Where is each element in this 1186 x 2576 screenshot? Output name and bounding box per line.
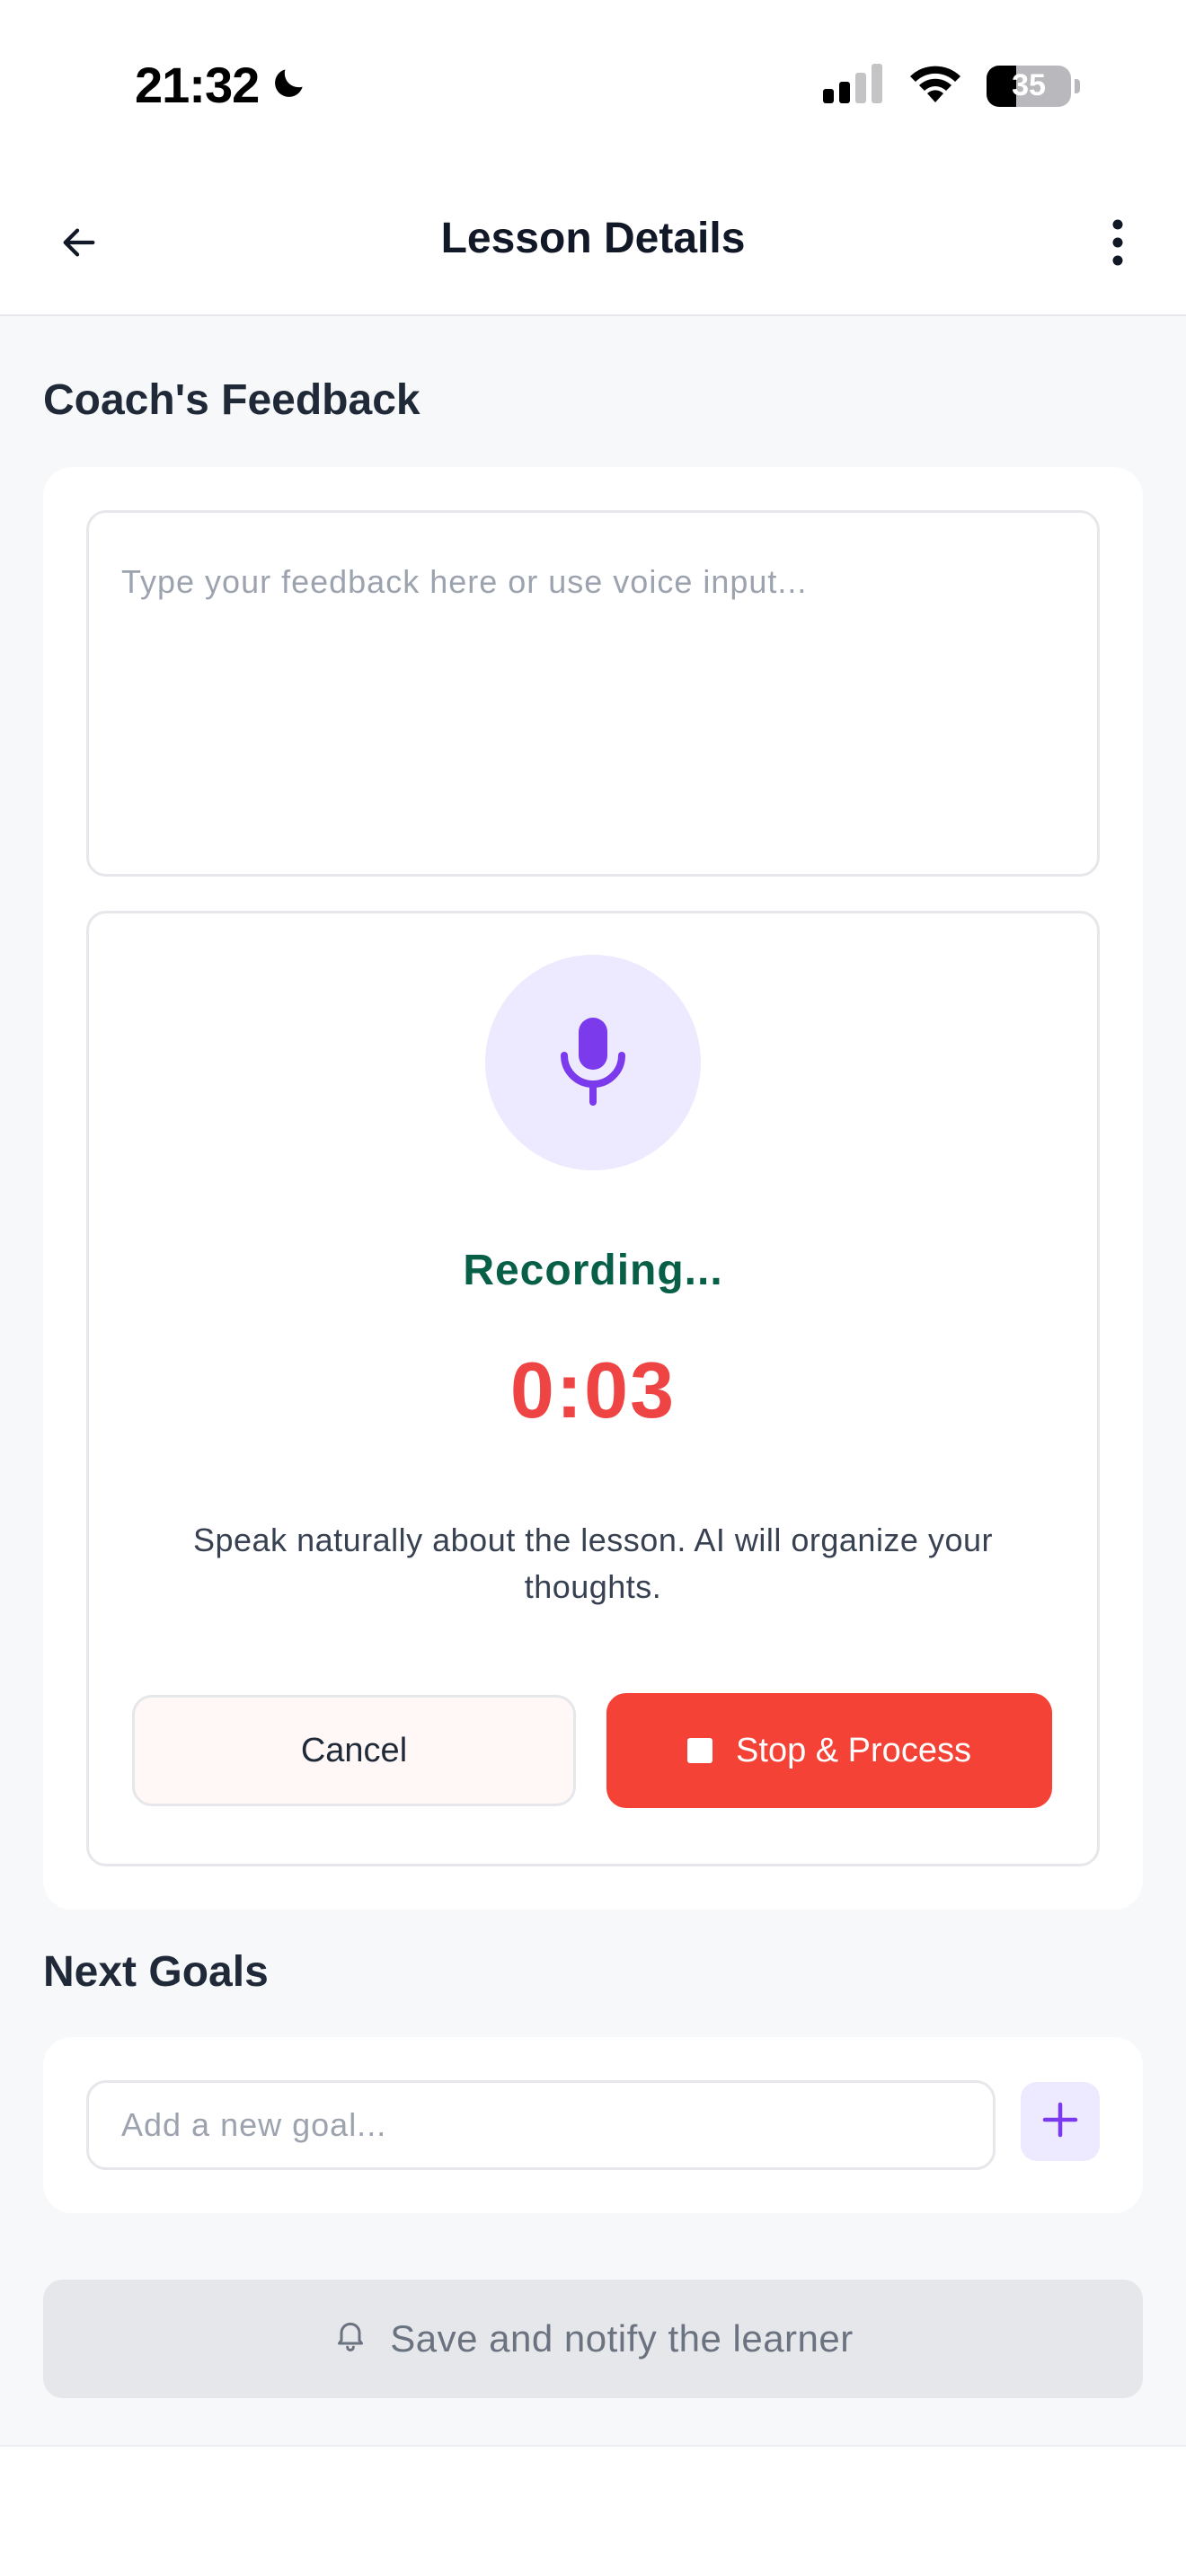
status-icons: 35 bbox=[823, 63, 1080, 109]
microphone-button[interactable] bbox=[485, 955, 701, 1170]
stop-icon bbox=[687, 1738, 713, 1763]
page-title: Lesson Details bbox=[440, 215, 746, 262]
battery-icon: 35 bbox=[987, 65, 1080, 107]
feedback-textarea[interactable] bbox=[86, 510, 1100, 877]
goals-section-title: Next Goals bbox=[43, 1948, 269, 1996]
cancel-button-label: Cancel bbox=[300, 1731, 408, 1769]
battery: 35 bbox=[987, 65, 1071, 107]
microphone-icon bbox=[555, 1016, 631, 1110]
plus-icon bbox=[1042, 2102, 1078, 2142]
recording-timer: 0:03 bbox=[509, 1345, 677, 1434]
bottom-safe-area bbox=[0, 2445, 1186, 2576]
stop-button-label: Stop & Process bbox=[736, 1731, 971, 1769]
app-header: Lesson Details bbox=[0, 171, 1186, 316]
cancel-button[interactable]: Cancel bbox=[132, 1695, 576, 1806]
cellular-signal-icon bbox=[823, 64, 884, 108]
moon-icon bbox=[270, 56, 309, 114]
voice-recorder-panel: Recording... 0:03 Speak naturally about … bbox=[86, 911, 1100, 1866]
wifi-icon bbox=[907, 63, 963, 109]
status-time-group: 21:32 bbox=[135, 56, 309, 114]
stop-and-process-button[interactable]: Stop & Process bbox=[606, 1693, 1052, 1808]
battery-nub bbox=[1075, 78, 1080, 93]
status-time: 21:32 bbox=[135, 57, 260, 113]
battery-level: 35 bbox=[1012, 68, 1046, 102]
feedback-section-title: Coach's Feedback bbox=[43, 376, 420, 424]
new-goal-input[interactable] bbox=[86, 2080, 996, 2170]
feedback-card: Recording... 0:03 Speak naturally about … bbox=[43, 467, 1143, 1910]
recording-hint: Speak naturally about the lesson. AI wil… bbox=[192, 1522, 993, 1605]
save-button-label: Save and notify the learner bbox=[390, 2317, 854, 2360]
add-goal-button[interactable] bbox=[1021, 2082, 1100, 2161]
recording-status: Recording... bbox=[463, 1247, 723, 1294]
bell-icon bbox=[332, 2316, 368, 2362]
goals-card bbox=[43, 2037, 1143, 2213]
content-area: Coach's Feedback Recording... 0:03 Speak… bbox=[0, 316, 1186, 2445]
app-screen: 21:32 35 Lesson Details Coach's Feedback… bbox=[0, 0, 1186, 2576]
save-and-notify-button[interactable]: Save and notify the learner bbox=[43, 2280, 1143, 2398]
status-bar: 21:32 35 bbox=[0, 0, 1186, 171]
more-options-button[interactable] bbox=[1085, 212, 1150, 277]
more-vertical-icon bbox=[1109, 219, 1127, 270]
